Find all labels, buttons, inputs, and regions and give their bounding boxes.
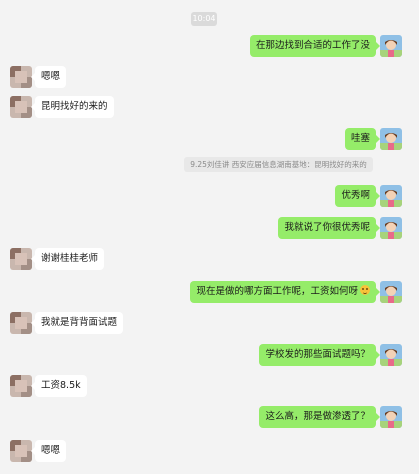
- message-bubble-outgoing[interactable]: 哇塞: [344, 128, 381, 150]
- message-bubble-incoming[interactable]: 我就是背背面试题: [30, 312, 124, 334]
- contact-avatar[interactable]: [10, 96, 32, 118]
- my-avatar[interactable]: [380, 217, 402, 239]
- my-avatar[interactable]: [380, 281, 402, 303]
- avatar-image: [10, 375, 32, 397]
- my-avatar[interactable]: [380, 128, 402, 150]
- avatar-image: [380, 281, 402, 303]
- contact-avatar[interactable]: [10, 66, 32, 88]
- contact-avatar[interactable]: [10, 375, 32, 397]
- my-avatar[interactable]: [380, 185, 402, 207]
- quoted-message[interactable]: 9.25刘佳讲 西安应届信息湖南基地：昆明找好的来的: [184, 157, 373, 172]
- avatar-image: [380, 217, 402, 239]
- my-avatar[interactable]: [380, 344, 402, 366]
- message-bubble-outgoing[interactable]: 优秀啊: [335, 185, 380, 207]
- contact-avatar[interactable]: [10, 248, 32, 270]
- avatar-image: [10, 440, 32, 462]
- chat-area: 10:04 在那边找到合适的工作了没 嗯嗯 昆明找好的来的 哇塞 9.25刘佳讲…: [0, 0, 419, 474]
- my-avatar[interactable]: [380, 406, 402, 428]
- avatar-image: [380, 344, 402, 366]
- message-bubble-outgoing[interactable]: 现在是做的哪方面工作呢，工资如何呀: [190, 281, 380, 303]
- message-bubble-outgoing[interactable]: 在那边找到合适的工作了没: [249, 35, 381, 57]
- message-bubble-outgoing[interactable]: 这么高，那是做渗透了？: [259, 406, 380, 428]
- message-bubble-incoming[interactable]: 昆明找好的来的: [31, 96, 114, 118]
- avatar-image: [380, 128, 402, 150]
- message-bubble-outgoing[interactable]: 我就说了你很优秀呢: [278, 217, 380, 239]
- avatar-image: [380, 185, 402, 207]
- avatar-image: [10, 96, 32, 118]
- avatar-image: [10, 248, 32, 270]
- avatar-image: [380, 406, 402, 428]
- smile-emoji-icon: [360, 285, 370, 295]
- avatar-image: [380, 35, 402, 57]
- message-bubble-incoming[interactable]: 工资8.5k: [31, 375, 87, 397]
- message-text: 现在是做的哪方面工作呢，工资如何呀: [196, 286, 358, 297]
- message-bubble-incoming[interactable]: 嗯嗯: [30, 440, 67, 462]
- my-avatar[interactable]: [380, 35, 402, 57]
- message-bubble-incoming[interactable]: 嗯嗯: [30, 66, 67, 88]
- avatar-image: [10, 66, 32, 88]
- contact-avatar[interactable]: [10, 312, 32, 334]
- avatar-image: [10, 312, 32, 334]
- contact-avatar[interactable]: [10, 440, 32, 462]
- message-bubble-incoming[interactable]: 谢谢桂桂老师: [30, 248, 105, 270]
- timestamp: 10:04: [191, 12, 217, 26]
- message-bubble-outgoing[interactable]: 学校发的那些面试题吗？: [259, 344, 380, 366]
